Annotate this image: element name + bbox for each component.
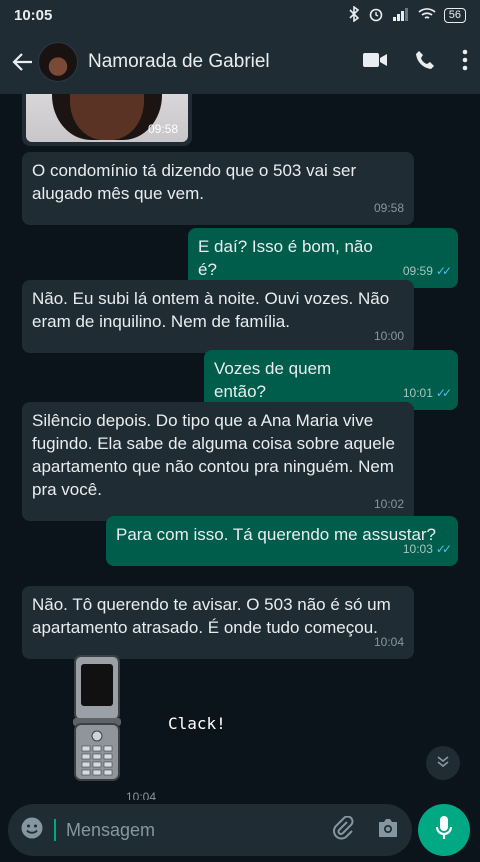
image-message[interactable]: 09:58 <box>22 94 192 146</box>
camera-icon[interactable] <box>376 817 400 844</box>
message-meta: 09:59 ✓✓ <box>403 260 452 283</box>
bluetooth-icon <box>348 4 360 25</box>
avatar[interactable] <box>38 42 78 82</box>
message-text: O condomínio tá dizendo que o 503 vai se… <box>32 161 357 203</box>
message-meta: 10:01 ✓✓ <box>403 382 452 405</box>
status-bar: 10:05 56 <box>0 0 480 30</box>
signal-icon <box>392 7 410 24</box>
battery-icon: 56 <box>443 7 466 23</box>
read-ticks-icon: ✓✓ <box>435 264 452 278</box>
message-meta: 10:04 <box>374 631 404 654</box>
message-incoming[interactable]: Não. Eu subi lá ontem à noite. Ouvi voze… <box>22 280 414 353</box>
message-time: 10:04 <box>126 790 157 800</box>
back-arrow-icon[interactable] <box>10 49 36 75</box>
message-composer <box>8 804 412 856</box>
phone-icon[interactable] <box>414 49 436 76</box>
message-text: Não. Tô querendo te avisar. O 503 não é … <box>32 595 391 637</box>
contact-name[interactable]: Namorada de Gabriel <box>88 51 270 73</box>
message-outgoing[interactable]: E daí? Isso é bom, não é? 09:59 ✓✓ <box>188 228 458 288</box>
alarm-icon <box>368 6 384 25</box>
image-thumbnail[interactable]: 09:58 <box>26 94 188 142</box>
message-text: Não. Eu subi lá ontem à noite. Ouvi voze… <box>32 289 390 331</box>
video-call-icon[interactable] <box>362 51 388 74</box>
message-meta: 10:03 ✓✓ <box>402 538 452 561</box>
read-ticks-icon: ✓✓ <box>435 386 452 400</box>
message-meta: 10:02 <box>374 493 404 516</box>
header-actions <box>362 49 468 76</box>
mic-icon <box>435 815 453 846</box>
more-vert-icon[interactable] <box>462 49 468 76</box>
message-text: Vozes de quem então? <box>214 359 332 401</box>
message-text: Para com isso. Tá querendo me assustar? <box>116 525 437 544</box>
message-time: 10:04 <box>373 635 404 649</box>
status-time: 10:05 <box>14 6 53 24</box>
message-outgoing[interactable]: Vozes de quem então? 10:01 ✓✓ <box>204 350 458 410</box>
message-meta: 10:00 <box>374 325 404 348</box>
message-time: 10:03 <box>402 542 433 556</box>
wifi-icon <box>418 7 436 24</box>
message-outgoing[interactable]: Para com isso. Tá querendo me assustar? … <box>106 516 458 566</box>
voice-message-button[interactable] <box>418 804 470 856</box>
message-time: 10:00 <box>373 329 404 343</box>
message-time: 09:58 <box>373 201 404 215</box>
message-text: Silêncio depois. Do tipo que a Ana Maria… <box>32 411 395 499</box>
sound-effect-text: Clack! <box>168 714 226 733</box>
chat-header: Namorada de Gabriel <box>0 30 480 94</box>
chat-area: 09:58 O condomínio tá dizendo que o 503 … <box>0 94 480 800</box>
message-incoming[interactable]: O condomínio tá dizendo que o 503 vai se… <box>22 152 414 225</box>
text-cursor <box>54 819 56 841</box>
scroll-down-icon <box>435 753 451 774</box>
portrait-image <box>70 94 144 140</box>
message-meta: 09:58 <box>374 197 404 220</box>
emoji-icon[interactable] <box>20 816 44 845</box>
scroll-down-button[interactable] <box>426 746 460 780</box>
message-time: 10:02 <box>373 497 404 511</box>
read-ticks-icon: ✓✓ <box>435 542 452 556</box>
status-icons: 56 <box>348 4 466 25</box>
message-incoming[interactable]: Silêncio depois. Do tipo que a Ana Maria… <box>22 402 414 521</box>
message-text: E daí? Isso é bom, não é? <box>198 237 373 279</box>
message-input[interactable] <box>66 819 332 841</box>
attach-icon[interactable] <box>332 815 354 845</box>
message-incoming[interactable]: Não. Tô querendo te avisar. O 503 não é … <box>22 586 414 659</box>
message-time: 09:58 <box>147 122 178 136</box>
